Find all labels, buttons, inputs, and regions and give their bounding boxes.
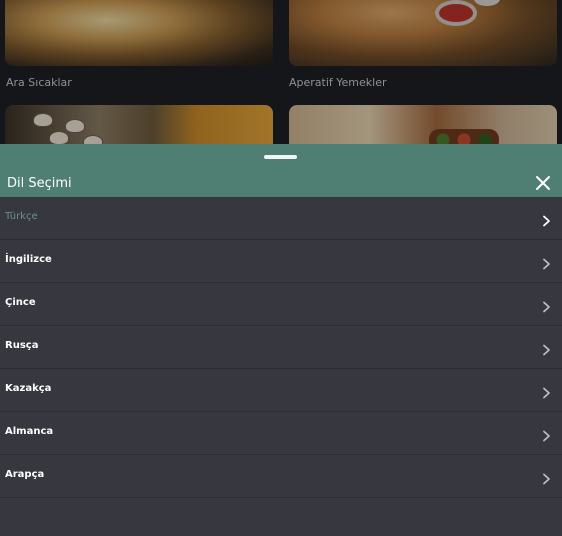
sheet-title: Dil Seçimi	[7, 176, 72, 191]
chevron-right-icon	[541, 470, 551, 485]
language-list: Türkçe İngilizce Çince Rusça Kazakça Almanca A…	[0, 197, 562, 498]
language-label: Kazakça	[5, 383, 52, 394]
language-label: Almanca	[5, 426, 54, 437]
language-label: Arapça	[5, 469, 45, 480]
drag-handle[interactable]	[264, 155, 297, 159]
close-icon[interactable]	[534, 174, 552, 192]
modal-overlay[interactable]	[0, 0, 562, 150]
language-row[interactable]: Rusça	[0, 326, 562, 369]
chevron-right-icon	[541, 341, 551, 356]
language-row[interactable]: Türkçe	[0, 197, 562, 240]
language-row[interactable]: Almanca	[0, 412, 562, 455]
chevron-right-icon	[541, 298, 551, 313]
language-row[interactable]: Kazakça	[0, 369, 562, 412]
language-row[interactable]: Arapça	[0, 455, 562, 498]
language-sheet: Dil Seçimi Türkçe İngilizce Çince Rusça Kaza…	[0, 144, 562, 536]
language-label: Türkçe	[5, 211, 38, 222]
chevron-right-icon	[541, 255, 551, 270]
chevron-right-icon	[541, 427, 551, 442]
chevron-right-icon	[541, 212, 551, 227]
language-label: Çince	[5, 297, 36, 308]
chevron-right-icon	[541, 384, 551, 399]
category-grid: Ara Sıcaklar Aperatif Yemekler	[0, 0, 562, 165]
language-row[interactable]: Çince	[0, 283, 562, 326]
language-row[interactable]: İngilizce	[0, 240, 562, 283]
language-label: Rusça	[5, 340, 39, 351]
language-label: İngilizce	[5, 254, 52, 265]
sheet-header: Dil Seçimi	[0, 144, 562, 197]
